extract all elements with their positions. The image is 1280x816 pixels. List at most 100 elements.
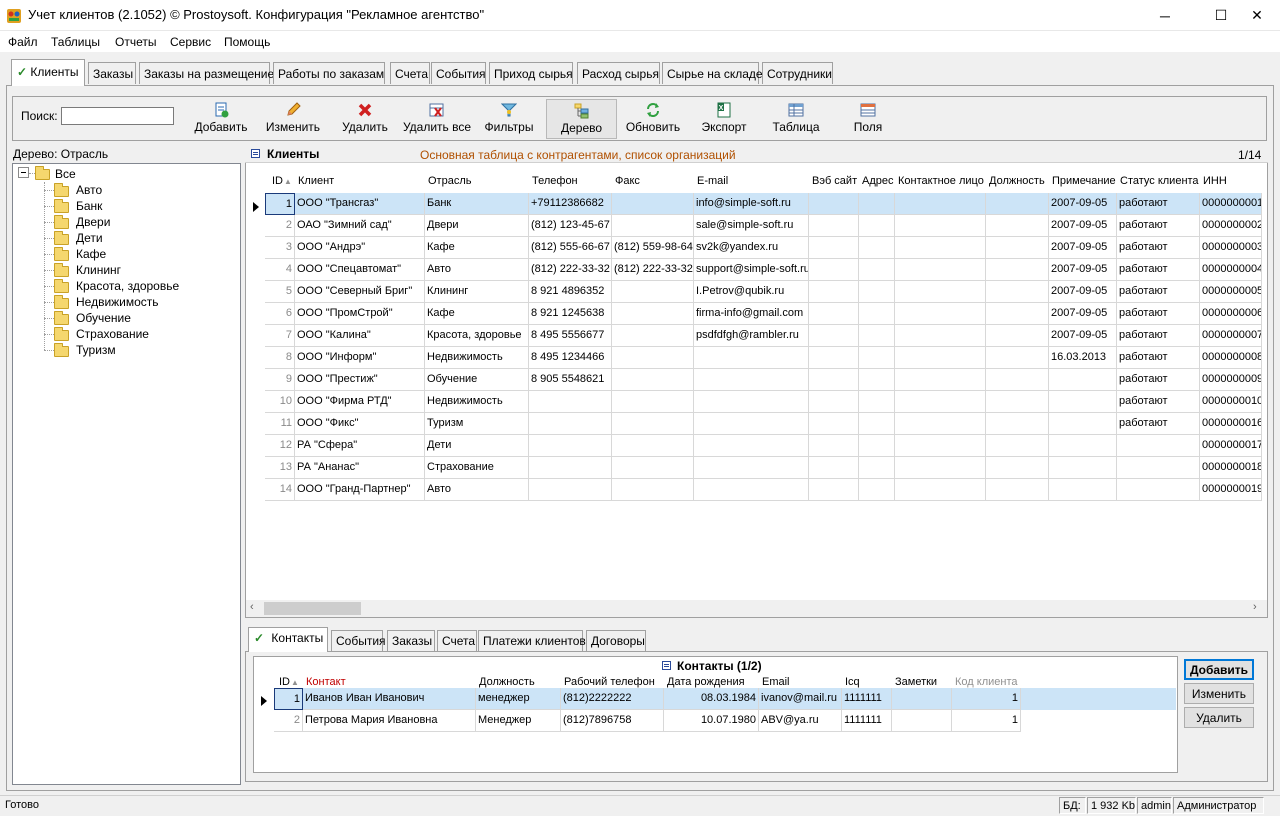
table-cell[interactable] [892,688,952,710]
table-cell[interactable] [809,369,859,391]
add-button[interactable]: Добавить [190,99,252,139]
table-cell[interactable] [859,193,895,215]
column-header[interactable]: Icq [845,676,860,688]
table-cell[interactable]: ООО "Андрэ" [295,237,425,259]
column-header[interactable]: Контакт [306,676,346,688]
table-cell[interactable]: ООО "Спецавтомат" [295,259,425,281]
table-cell[interactable] [859,413,895,435]
table-cell[interactable] [859,237,895,259]
table-cell[interactable]: 11 [265,413,295,435]
table-cell[interactable] [986,479,1049,501]
table-cell[interactable]: 1 [952,710,1021,732]
table-cell[interactable] [612,413,694,435]
table-cell[interactable]: 6 [265,303,295,325]
table-cell[interactable] [809,303,859,325]
table-cell[interactable] [892,710,952,732]
column-header[interactable]: ID▲ [279,676,299,688]
tab-employees[interactable]: Сотрудники [762,62,833,84]
tree-item[interactable]: Страхование [54,326,234,342]
table-cell[interactable]: ООО "Калина" [295,325,425,347]
table-cell[interactable]: 0000000008 [1200,347,1262,369]
table-cell[interactable]: Иванов Иван Иванович [303,688,476,710]
table-cell[interactable] [1049,369,1117,391]
table-cell[interactable]: работают [1117,237,1200,259]
table-cell[interactable] [1049,435,1117,457]
export-button[interactable]: X Экспорт [692,99,756,139]
table-cell[interactable]: 3 [265,237,295,259]
table-cell[interactable] [809,347,859,369]
table-cell[interactable] [859,303,895,325]
minimize-button[interactable]: ─ [1142,0,1188,31]
table-cell[interactable]: РА "Сфера" [295,435,425,457]
scroll-left-icon[interactable]: ‹ [250,601,254,613]
table-cell[interactable]: (812)7896758 [561,710,664,732]
column-header[interactable]: ID▲ [272,175,292,187]
table-cell[interactable] [895,281,986,303]
table-cell[interactable] [986,215,1049,237]
table-cell[interactable] [986,237,1049,259]
column-header[interactable]: Email [762,676,790,688]
table-cell[interactable]: 2007-09-05 [1049,237,1117,259]
refresh-button[interactable]: Обновить [620,99,686,139]
tab-invoices[interactable]: Счета [390,62,430,84]
table-cell[interactable]: 8 921 1245638 [529,303,612,325]
table-cell[interactable]: (812) 123-45-67 [529,215,612,237]
table-cell[interactable]: ООО "ПромСтрой" [295,303,425,325]
table-cell[interactable]: работают [1117,303,1200,325]
contact-add-button[interactable]: Добавить [1184,659,1254,680]
table-cell[interactable]: 1111111 [842,688,892,710]
table-cell[interactable]: ООО "Гранд-Партнер" [295,479,425,501]
table-cell[interactable]: ABV@ya.ru [759,710,842,732]
table-cell[interactable] [895,347,986,369]
table-cell[interactable]: (812)2222222 [561,688,664,710]
table-cell[interactable] [895,237,986,259]
table-cell[interactable] [895,369,986,391]
table-cell[interactable]: 0000000001 [1200,193,1262,215]
scrollbar-thumb[interactable] [264,602,361,615]
table-cell[interactable] [859,325,895,347]
table-cell[interactable] [859,259,895,281]
table-cell[interactable] [895,391,986,413]
table-cell[interactable]: 1 [952,688,1021,710]
table-cell[interactable]: ООО "Фирма РТД" [295,391,425,413]
tab-events[interactable]: События [431,62,486,84]
table-cell[interactable] [986,281,1049,303]
table-cell[interactable]: работают [1117,391,1200,413]
table-cell[interactable]: 13 [265,457,295,479]
table-cell[interactable]: sale@simple-soft.ru [694,215,809,237]
table-cell[interactable]: Банк [425,193,529,215]
table-cell[interactable]: 0000000017 [1200,435,1262,457]
table-cell[interactable] [859,281,895,303]
table-cell[interactable] [809,391,859,413]
tab-orders[interactable]: Заказы [387,630,435,651]
table-cell[interactable]: 8 495 1234466 [529,347,612,369]
table-cell[interactable] [895,303,986,325]
table-cell[interactable] [986,325,1049,347]
table-cell[interactable] [859,391,895,413]
table-cell[interactable]: Кафе [425,303,529,325]
tree-item[interactable]: Красота, здоровье [54,278,234,294]
table-cell[interactable]: 0000000006 [1200,303,1262,325]
table-cell[interactable]: 9 [265,369,295,391]
contact-delete-button[interactable]: Удалить [1184,707,1254,728]
table-cell[interactable]: 2007-09-05 [1049,325,1117,347]
column-header[interactable]: Адрес [862,175,894,187]
tree-item[interactable]: Авто [54,182,234,198]
close-button[interactable]: ✕ [1234,0,1280,31]
column-header[interactable]: Примечание [1052,175,1116,187]
table-cell[interactable]: 0000000007 [1200,325,1262,347]
table-cell[interactable]: работают [1117,281,1200,303]
column-header[interactable]: Код клиента [955,676,1017,688]
table-cell[interactable]: 0000000016 [1200,413,1262,435]
column-header[interactable]: E-mail [697,175,728,187]
table-cell[interactable]: 0000000002 [1200,215,1262,237]
column-header[interactable]: Отрасль [428,175,471,187]
menu-help[interactable]: Помощь [224,35,270,49]
horizontal-scrollbar[interactable] [246,600,1267,617]
tab-contacts[interactable]: ✓ Контакты [248,627,328,652]
table-cell[interactable]: Авто [425,259,529,281]
table-cell[interactable]: 2 [265,215,295,237]
table-cell[interactable] [612,369,694,391]
table-cell[interactable]: 10.07.1980 [664,710,759,732]
table-cell[interactable]: firma-info@gmail.com [694,303,809,325]
